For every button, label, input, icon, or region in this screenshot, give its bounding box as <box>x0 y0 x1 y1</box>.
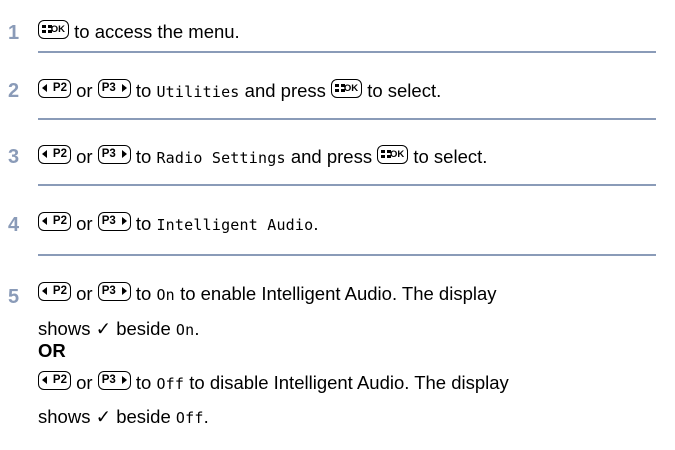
instruction-text: to access the menu. <box>74 21 240 42</box>
menu-target: Intelligent Audio <box>156 216 314 234</box>
or-text: or <box>76 372 93 393</box>
menu-ok-key-icon: OK <box>377 145 409 164</box>
step-number: 4 <box>8 214 20 236</box>
key-label: P3 <box>101 148 116 160</box>
p3-right-key-icon: P3 <box>97 282 131 301</box>
step-text: P2 or P3 to Radio Settings and press OK … <box>38 145 487 170</box>
period-text: . <box>313 213 319 234</box>
key-label: OK <box>50 24 65 35</box>
separator-line <box>38 51 656 53</box>
separator-line <box>38 184 656 186</box>
step-text: P2 or P3 to Utilities and press OK to se… <box>38 79 441 104</box>
shows-text: shows ✓ beside <box>38 318 171 339</box>
menu-target: Radio Settings <box>156 149 286 167</box>
period-text: . <box>194 318 200 339</box>
to-text: to <box>135 213 152 234</box>
p2-left-key-icon: P2 <box>38 145 71 164</box>
p3-right-key-icon: P3 <box>97 79 131 98</box>
key-label: OK <box>389 149 405 160</box>
or-heading: OR <box>38 340 66 361</box>
instruction-text: to enable Intelligent Audio. The display <box>180 283 497 304</box>
step-number: 1 <box>8 22 20 44</box>
or-text: or <box>76 146 93 167</box>
key-label: P3 <box>101 215 116 227</box>
step-text: P2 or P3 to Intelligent Audio. <box>38 212 319 237</box>
step-text-line-3: P2 or P3 to Off to disable Intelligent A… <box>38 371 509 396</box>
document-page: 1 OK to access the menu. 2 P2 or P3 to U… <box>0 0 675 450</box>
menu-ok-key-icon: OK <box>331 79 363 98</box>
and-press-text: and press <box>290 146 373 167</box>
key-label: P2 <box>52 215 67 227</box>
instruction-text: to disable Intelligent Audio. The displa… <box>189 372 509 393</box>
shows-text: shows ✓ beside <box>38 406 171 427</box>
to-text: to <box>135 283 152 304</box>
step-text-line-4: shows ✓ beside Off. <box>38 405 209 430</box>
key-label: P3 <box>101 82 116 94</box>
or-text: or <box>76 80 93 101</box>
separator-line <box>38 118 656 120</box>
step-text-line-1: P2 or P3 to On to enable Intelligent Aud… <box>38 282 497 307</box>
to-text: to <box>135 372 152 393</box>
menu-target: On <box>156 286 175 304</box>
key-label: P3 <box>101 285 116 297</box>
key-label: P2 <box>52 285 67 297</box>
p3-right-key-icon: P3 <box>97 145 131 164</box>
key-label: P2 <box>52 82 67 94</box>
to-text: to <box>135 80 152 101</box>
p2-left-key-icon: P2 <box>38 371 71 390</box>
period-text: . <box>203 406 209 427</box>
and-press-text: and press <box>244 80 326 101</box>
step-number: 5 <box>8 286 20 308</box>
p2-left-key-icon: P2 <box>38 282 71 301</box>
step-number: 3 <box>8 146 20 168</box>
step-text: OK to access the menu. <box>38 20 240 44</box>
p3-right-key-icon: P3 <box>97 371 131 390</box>
menu-target: Off <box>175 409 204 427</box>
key-label: P2 <box>52 148 67 160</box>
menu-ok-key-icon: OK <box>38 20 69 39</box>
menu-target: On <box>175 321 195 339</box>
p2-left-key-icon: P2 <box>38 79 71 98</box>
to-select-text: to select. <box>413 146 488 167</box>
p3-right-key-icon: P3 <box>97 212 131 231</box>
menu-target: Utilities <box>156 83 240 101</box>
to-select-text: to select. <box>367 80 442 101</box>
key-label: OK <box>343 83 359 94</box>
to-text: to <box>135 146 152 167</box>
or-text: or <box>76 213 93 234</box>
or-text: or <box>76 283 93 304</box>
key-label: P2 <box>52 374 67 386</box>
menu-target: Off <box>156 375 185 393</box>
p2-left-key-icon: P2 <box>38 212 71 231</box>
step-number: 2 <box>8 80 20 102</box>
separator-line <box>38 254 656 256</box>
key-label: P3 <box>101 374 116 386</box>
